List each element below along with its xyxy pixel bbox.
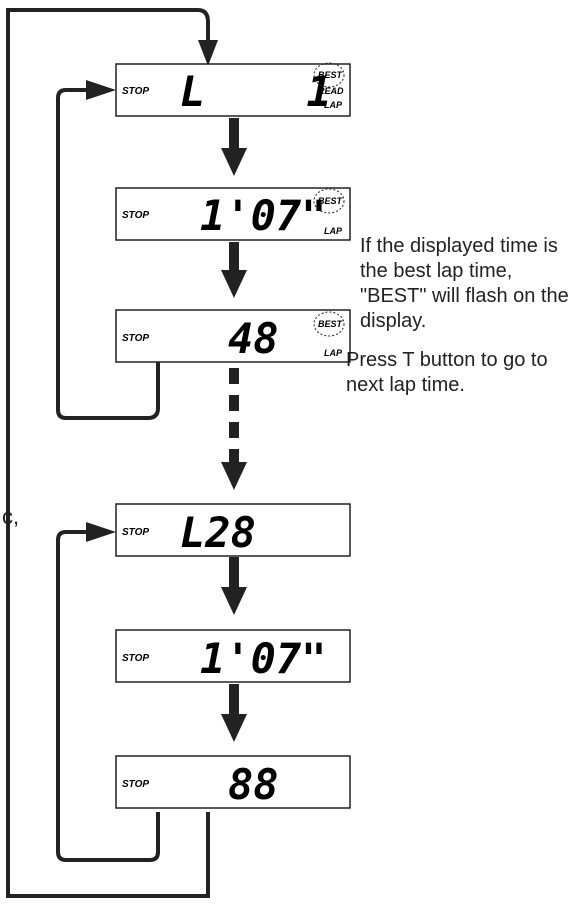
stop-label: STOP bbox=[122, 527, 149, 538]
lcd-main-readout: L28 bbox=[180, 508, 256, 557]
badge-best: BEST bbox=[318, 196, 344, 206]
lcd-main-readout: L 1 bbox=[180, 67, 332, 116]
down-arrow-2 bbox=[221, 242, 247, 298]
down-arrow-4 bbox=[221, 684, 247, 742]
lap-recall-flow-diagram: STOP L 1 BEST READ LAP STOP 1'07" BEST L… bbox=[2, 8, 351, 898]
dashed-down-arrow bbox=[221, 368, 247, 490]
badge-best: BEST bbox=[318, 70, 344, 80]
best-lap-note: If the displayed time is the best lap ti… bbox=[360, 235, 569, 332]
down-arrow-1 bbox=[221, 118, 247, 176]
outer-loop-arrowhead bbox=[198, 40, 218, 66]
lcd-display-lap-sub-28: STOP 88 bbox=[115, 755, 351, 809]
press-t-note: Press T button to go to next lap time. bbox=[346, 349, 548, 396]
stop-label: STOP bbox=[122, 333, 149, 344]
badge-lap: LAP bbox=[324, 226, 343, 236]
badge-best: BEST bbox=[318, 319, 344, 329]
badge-read: READ bbox=[318, 86, 344, 96]
lcd-display-lap-number-28: STOP L28 bbox=[115, 503, 351, 557]
loop-1-line bbox=[56, 88, 160, 420]
lcd-display-lap-time-1: STOP 1'07" BEST LAP bbox=[115, 187, 351, 241]
lcd-display-lap-sub-1: STOP 48 BEST LAP bbox=[115, 309, 351, 363]
stop-label: STOP bbox=[122, 86, 149, 97]
loop-1-arrowhead bbox=[86, 80, 116, 100]
down-arrow-3 bbox=[221, 557, 247, 615]
stop-label: STOP bbox=[122, 210, 149, 221]
loop-2-arrowhead bbox=[86, 522, 116, 542]
lcd-display-lap-number-1: STOP L 1 BEST READ LAP bbox=[115, 62, 351, 117]
lcd-display-lap-time-28: STOP 1'07" bbox=[115, 629, 351, 683]
lcd-main-readout: 48 bbox=[228, 314, 279, 363]
lcd-main-readout: 88 bbox=[228, 760, 279, 809]
stop-label: STOP bbox=[122, 653, 149, 664]
cropped-left-text: c, bbox=[2, 504, 19, 529]
loop-2-line bbox=[56, 530, 160, 862]
lcd-main-readout: 1'07" bbox=[200, 191, 326, 240]
lcd-main-readout: 1'07" bbox=[200, 634, 326, 683]
badge-lap: LAP bbox=[324, 100, 343, 110]
stop-label: STOP bbox=[122, 779, 149, 790]
badge-lap: LAP bbox=[324, 348, 343, 358]
